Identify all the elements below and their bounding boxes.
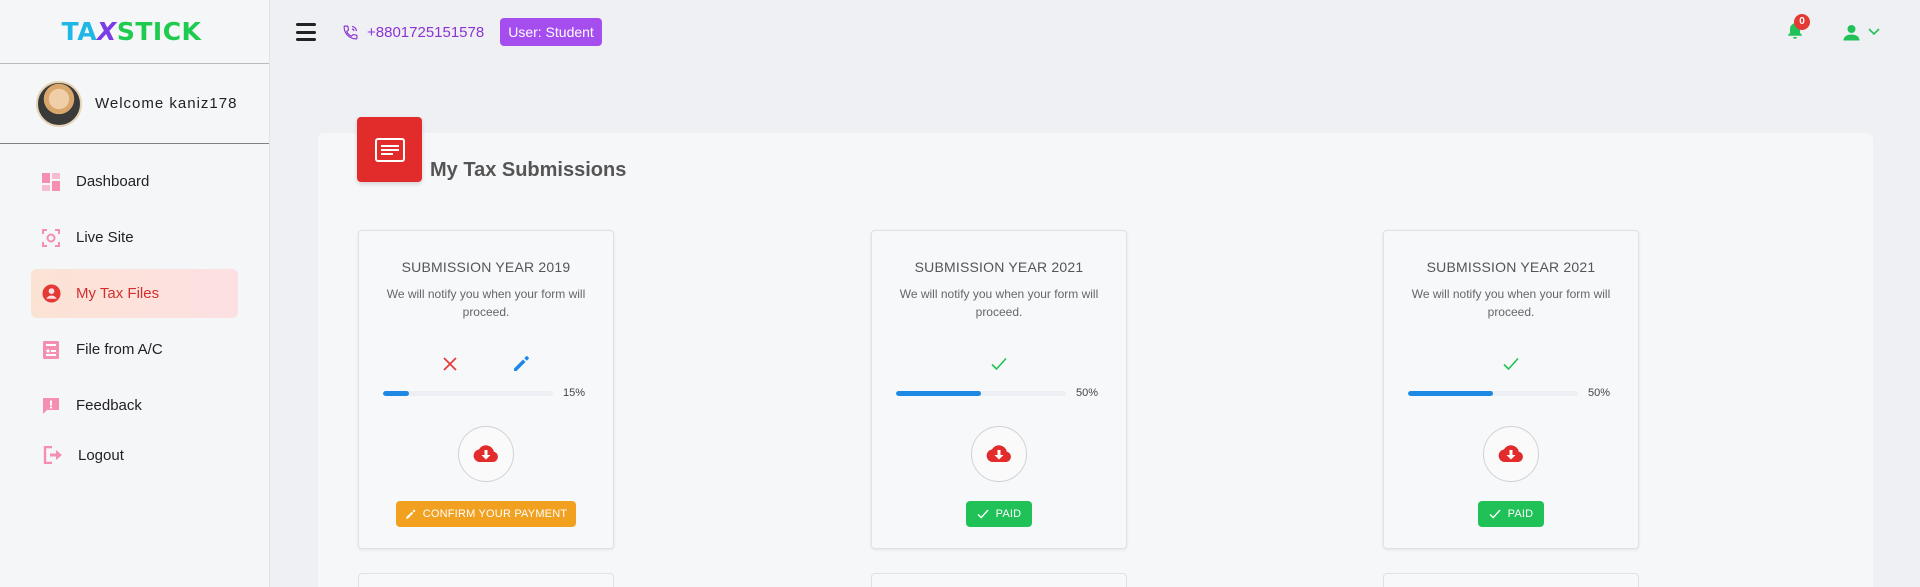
- submission-card: SUBMISSION YEAR 2021 We will notify you …: [871, 230, 1127, 549]
- document-list-icon: [357, 117, 422, 182]
- progress-percent: 50%: [1076, 387, 1099, 399]
- check-icon: [1503, 357, 1519, 371]
- notification-button[interactable]: 0: [1787, 13, 1810, 44]
- sidebar-item-logout[interactable]: Logout: [31, 437, 238, 473]
- logo-part-3: STICK: [116, 17, 202, 46]
- dashboard-icon: [41, 172, 61, 192]
- logo-part-2: X: [97, 17, 117, 46]
- feedback-icon: [41, 396, 61, 416]
- chevron-down-icon: [1868, 28, 1880, 36]
- button-label: PAID: [995, 508, 1022, 520]
- card-description: We will notify you when your form will p…: [386, 287, 586, 319]
- close-icon[interactable]: [442, 357, 457, 371]
- submission-card: [358, 573, 614, 587]
- progress-fill: [896, 390, 981, 396]
- logo-part-1: TA: [61, 17, 98, 46]
- file-account-icon: [41, 340, 61, 360]
- sidebar-item-feedback[interactable]: Feedback: [31, 381, 238, 430]
- welcome-text: Welcome kaniz178: [95, 95, 238, 112]
- progress-bar: [1408, 390, 1578, 396]
- phone-contact[interactable]: +8801725151578: [342, 24, 484, 41]
- sidebar-item-label: Dashboard: [76, 173, 150, 190]
- download-button[interactable]: [458, 426, 514, 482]
- progress-fill: [1408, 390, 1493, 396]
- user-role-badge: User: Student: [500, 18, 602, 46]
- progress-fill: [383, 390, 409, 396]
- check-icon: [991, 357, 1007, 371]
- page-title: My Tax Submissions: [430, 159, 627, 181]
- sidebar-item-label: File from A/C: [76, 341, 163, 358]
- card-description: We will notify you when your form will p…: [899, 287, 1099, 319]
- download-button[interactable]: [971, 426, 1027, 482]
- button-label: CONFIRM YOUR PAYMENT: [422, 508, 568, 520]
- progress-bar: [383, 390, 553, 396]
- user-icon: [1843, 24, 1860, 40]
- progress-percent: 15%: [563, 387, 586, 399]
- card-description: We will notify you when your form will p…: [1411, 287, 1611, 319]
- card-title: SUBMISSION YEAR 2019: [401, 259, 571, 275]
- cloud-download-icon: [473, 445, 498, 462]
- progress-row: 50%: [896, 387, 1126, 399]
- cloud-download-icon: [986, 445, 1011, 462]
- progress-bar: [896, 390, 1066, 396]
- progress-row: 15%: [383, 387, 613, 399]
- avatar: [36, 80, 82, 127]
- sidebar: TA X STICK Welcome kaniz178 Dashboard Live…: [0, 0, 270, 587]
- welcome-section: Welcome kaniz178: [0, 64, 269, 144]
- submission-card: SUBMISSION YEAR 2019 We will notify you …: [358, 230, 614, 549]
- cloud-download-icon: [1498, 445, 1523, 462]
- notification-count-badge: 0: [1794, 13, 1810, 30]
- top-bar: +8801725151578 User: Student 0: [270, 0, 1920, 64]
- paid-button[interactable]: PAID: [1477, 501, 1545, 527]
- status-icons: [1384, 351, 1638, 377]
- account-circle-icon: [41, 284, 61, 304]
- sidebar-item-label: Live Site: [76, 229, 134, 246]
- logo[interactable]: TA X STICK: [0, 0, 269, 64]
- sidebar-item-dashboard[interactable]: Dashboard: [31, 157, 238, 206]
- sidebar-item-label: Feedback: [76, 397, 142, 414]
- user-menu-button[interactable]: [1843, 24, 1880, 41]
- sidebar-item-label: My Tax Files: [76, 285, 160, 302]
- sidebar-item-live-site[interactable]: Live Site: [31, 213, 238, 262]
- status-icons: [359, 351, 613, 377]
- logout-icon: [43, 445, 63, 465]
- phone-number: +8801725151578: [367, 23, 485, 41]
- edit-pencil-icon: [405, 509, 416, 519]
- card-title: SUBMISSION YEAR 2021: [914, 259, 1084, 275]
- check-icon: [1489, 509, 1501, 519]
- submission-card: SUBMISSION YEAR 2021 We will notify you …: [1383, 230, 1639, 549]
- check-icon: [977, 509, 989, 519]
- phone-icon: [343, 25, 358, 39]
- confirm-payment-button[interactable]: CONFIRM YOUR PAYMENT: [395, 501, 577, 527]
- sidebar-nav: Dashboard Live Site My Tax Files File fr…: [0, 144, 269, 473]
- sidebar-item-file-from-ac[interactable]: File from A/C: [31, 325, 238, 374]
- submission-card: [871, 573, 1127, 587]
- logo-text: TA X STICK: [62, 17, 202, 46]
- edit-pencil-icon[interactable]: [512, 355, 530, 373]
- top-right-actions: 0: [1787, 13, 1880, 44]
- sidebar-item-label: Logout: [78, 446, 124, 464]
- live-site-icon: [41, 228, 61, 248]
- submission-card: [1383, 573, 1639, 587]
- status-icons: [872, 351, 1126, 377]
- card-title: SUBMISSION YEAR 2021: [1426, 259, 1596, 275]
- progress-percent: 50%: [1588, 387, 1611, 399]
- download-button[interactable]: [1483, 426, 1539, 482]
- sidebar-item-my-tax-files[interactable]: My Tax Files: [31, 269, 238, 318]
- menu-toggle-icon[interactable]: [296, 23, 316, 41]
- paid-button[interactable]: PAID: [965, 501, 1033, 527]
- button-label: PAID: [1507, 508, 1534, 520]
- progress-row: 50%: [1408, 387, 1638, 399]
